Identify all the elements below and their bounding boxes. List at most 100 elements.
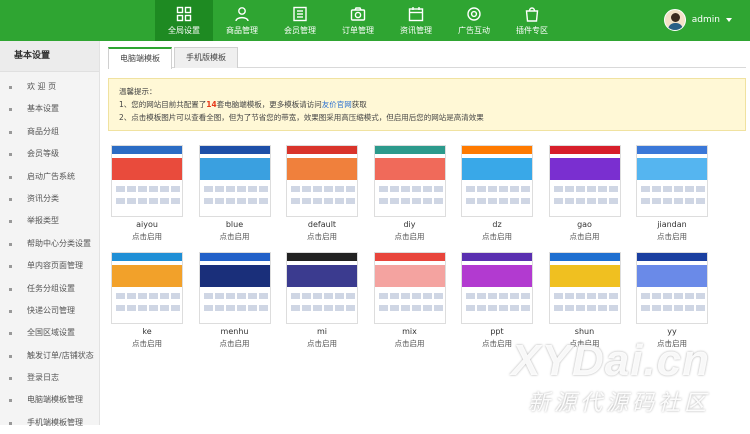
- enable-template-link[interactable]: 点击启用: [199, 231, 271, 242]
- username[interactable]: admin: [692, 15, 720, 25]
- enable-template-link[interactable]: 点击启用: [286, 338, 358, 349]
- sidebar-item[interactable]: 基本设置: [0, 98, 99, 120]
- sidebar-item[interactable]: 电脑端模板管理: [0, 389, 99, 411]
- template-card[interactable]: default 点击启用: [286, 145, 358, 242]
- enable-template-link[interactable]: 点击启用: [461, 338, 533, 349]
- thumbnail-row: [378, 293, 443, 299]
- nav-global-settings[interactable]: 全局设置: [155, 0, 213, 41]
- template-card[interactable]: yy 点击启用: [636, 252, 708, 349]
- template-card[interactable]: shun 点击启用: [548, 252, 621, 349]
- thumbnail-header: [112, 146, 182, 154]
- template-thumbnail[interactable]: [286, 252, 358, 324]
- template-card[interactable]: mi 点击启用: [286, 252, 358, 349]
- sidebar-item[interactable]: 任务分组设置: [0, 278, 99, 300]
- template-thumbnail[interactable]: [636, 145, 708, 217]
- thumbnail-row: [203, 186, 268, 192]
- enable-template-link[interactable]: 点击启用: [374, 231, 446, 242]
- thumbnail-banner: [287, 265, 357, 287]
- nav-label: 商品管理: [226, 25, 258, 35]
- sidebar-item[interactable]: 手机端模板管理: [0, 412, 99, 434]
- nav-product-management[interactable]: 商品管理: [213, 0, 271, 41]
- sidebar-item[interactable]: 欢 迎 页: [0, 76, 99, 98]
- template-name: jiandan: [657, 220, 687, 229]
- sidebar-item[interactable]: 举报类型: [0, 210, 99, 232]
- template-thumbnail[interactable]: [198, 145, 271, 217]
- thumbnail-row: [466, 198, 530, 204]
- sidebar-item[interactable]: 资讯分类: [0, 188, 99, 210]
- thumbnail-row: [291, 305, 355, 311]
- list-icon: [293, 6, 307, 21]
- thumbnail-row: [553, 305, 618, 311]
- template-card[interactable]: diy 点击启用: [373, 145, 446, 242]
- template-card[interactable]: ke 点击启用: [111, 252, 183, 349]
- template-name: mix: [402, 327, 417, 336]
- enable-template-link[interactable]: 点击启用: [199, 338, 271, 349]
- thumbnail-banner: [549, 158, 620, 180]
- user-menu[interactable]: admin: [663, 9, 732, 31]
- sidebar-item[interactable]: 启动广告系统: [0, 166, 99, 188]
- sidebar-item[interactable]: 全国区域设置: [0, 322, 99, 344]
- bullet-icon: [9, 287, 12, 291]
- template-thumbnail[interactable]: [286, 145, 358, 217]
- thumbnail-banner: [199, 158, 270, 180]
- sidebar-item[interactable]: 帮助中心分类设置: [0, 233, 99, 255]
- template-card[interactable]: dz 点击启用: [461, 145, 533, 242]
- sidebar-item[interactable]: 会员等级: [0, 143, 99, 165]
- sidebar-item-label: 登录日志: [27, 373, 59, 383]
- tab-pc-templates[interactable]: 电脑端模板: [108, 47, 172, 69]
- enable-template-link[interactable]: 点击启用: [549, 231, 621, 242]
- template-card[interactable]: jiandan 点击启用: [636, 145, 708, 242]
- enable-template-link[interactable]: 点击启用: [636, 338, 708, 349]
- nav-order-management[interactable]: 订单管理: [329, 0, 387, 41]
- template-card[interactable]: ppt 点击启用: [461, 252, 533, 349]
- sidebar-item[interactable]: 快递公司管理: [0, 300, 99, 322]
- thumbnail-banner: [374, 265, 445, 287]
- enable-template-link[interactable]: 点击启用: [461, 231, 533, 242]
- template-card[interactable]: aiyou 点击启用: [111, 145, 183, 242]
- thumbnail-header: [637, 146, 707, 154]
- thumbnail-row: [378, 186, 443, 192]
- enable-template-link[interactable]: 点击启用: [636, 231, 708, 242]
- sidebar-item[interactable]: 触发订单/店铺状态: [0, 345, 99, 367]
- thumbnail-banner: [374, 158, 445, 180]
- template-thumbnail[interactable]: [461, 145, 533, 217]
- enable-template-link[interactable]: 点击启用: [111, 338, 183, 349]
- template-thumbnail[interactable]: [548, 252, 621, 324]
- enable-template-link[interactable]: 点击启用: [374, 338, 446, 349]
- sidebar-item[interactable]: 单内容页面管理: [0, 255, 99, 277]
- thumbnail-banner: [112, 265, 182, 287]
- template-thumbnail[interactable]: [111, 145, 183, 217]
- nav-plugin-zone[interactable]: 插件专区: [503, 0, 561, 41]
- official-site-link[interactable]: 友价官网: [322, 100, 352, 109]
- thumbnail-header: [549, 146, 620, 154]
- enable-template-link[interactable]: 点击启用: [111, 231, 183, 242]
- sidebar-item-label: 举报类型: [27, 216, 59, 226]
- tab-mobile-templates[interactable]: 手机版模板: [174, 47, 238, 68]
- template-card[interactable]: menhu 点击启用: [198, 252, 271, 349]
- template-card[interactable]: blue 点击启用: [198, 145, 271, 242]
- template-thumbnail[interactable]: [548, 145, 621, 217]
- template-card[interactable]: gao 点击启用: [548, 145, 621, 242]
- avatar[interactable]: [663, 9, 686, 31]
- nav-news-management[interactable]: 资讯管理: [387, 0, 445, 41]
- chevron-down-icon[interactable]: [726, 18, 732, 22]
- template-card[interactable]: mix 点击启用: [373, 252, 446, 349]
- thumbnail-banner: [199, 265, 270, 287]
- template-thumbnail[interactable]: [198, 252, 271, 324]
- thumbnail-header: [287, 146, 357, 154]
- nav-ad-interaction[interactable]: 广告互动: [445, 0, 503, 41]
- template-thumbnail[interactable]: [111, 252, 183, 324]
- template-thumbnail[interactable]: [461, 252, 533, 324]
- sidebar-item[interactable]: 登录日志: [0, 367, 99, 389]
- enable-template-link[interactable]: 点击启用: [549, 338, 621, 349]
- thumbnail-banner: [637, 158, 707, 180]
- sidebar-item[interactable]: 商品分组: [0, 121, 99, 143]
- sidebar-item-label: 基本设置: [27, 104, 59, 114]
- enable-template-link[interactable]: 点击启用: [286, 231, 358, 242]
- template-name: shun: [574, 327, 595, 336]
- sidebar-item-label: 全国区域设置: [27, 328, 75, 338]
- template-thumbnail[interactable]: [373, 145, 446, 217]
- template-thumbnail[interactable]: [373, 252, 446, 324]
- nav-member-management[interactable]: 会员管理: [271, 0, 329, 41]
- template-thumbnail[interactable]: [636, 252, 708, 324]
